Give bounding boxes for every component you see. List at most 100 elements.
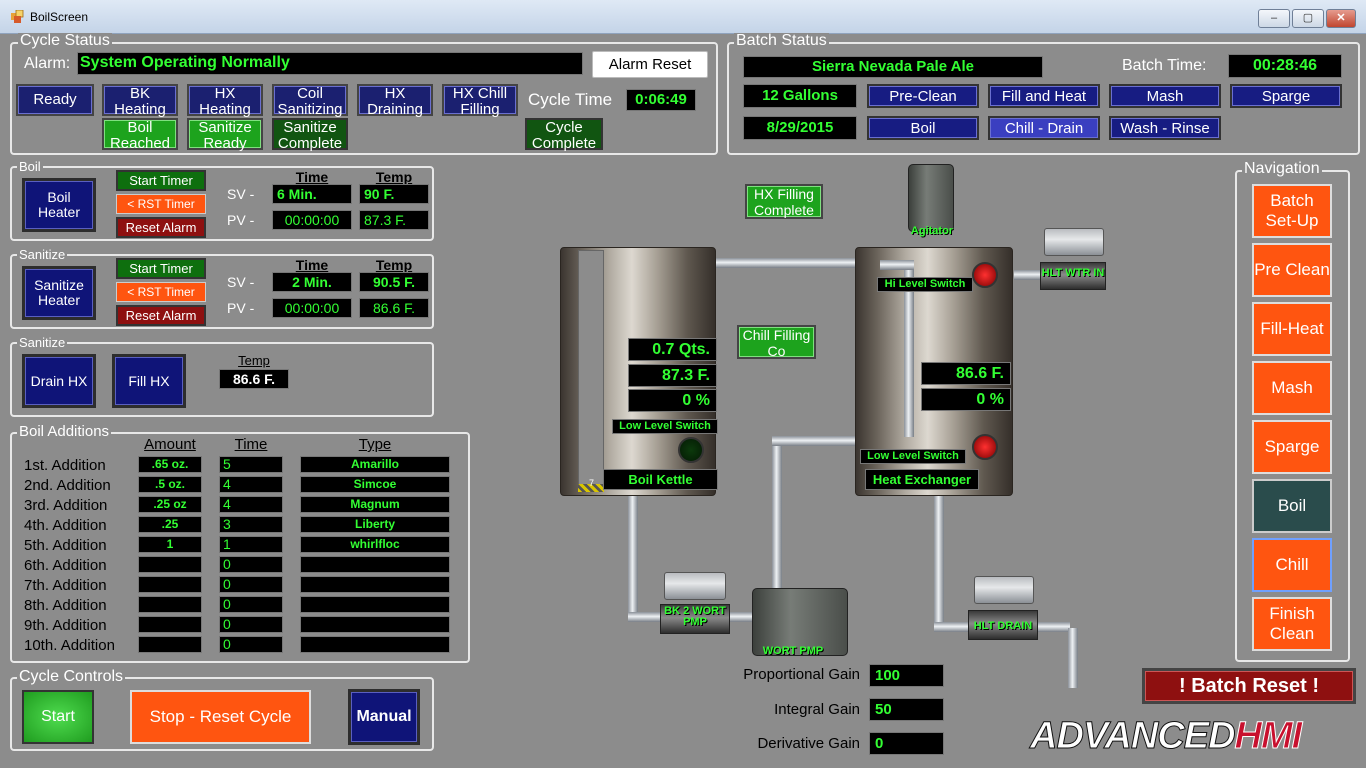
boil-start-timer-button[interactable]: Start Timer	[116, 170, 206, 191]
integral-gain-label: Integral Gain	[774, 701, 860, 718]
addition-amount[interactable]: .25	[138, 516, 202, 533]
boil-temp-header: Temp	[375, 169, 413, 185]
nav-sparge[interactable]: Sparge	[1252, 420, 1332, 474]
logo-advanced: ADVANCED	[1030, 715, 1237, 758]
addition-type[interactable]	[300, 576, 450, 593]
nav-fill-heat[interactable]: Fill-Heat	[1252, 302, 1332, 356]
sanitize-heater-button[interactable]: Sanitize Heater	[22, 266, 96, 320]
type-header: Type	[358, 436, 392, 453]
boil-reset-alarm-button[interactable]: Reset Alarm	[116, 217, 206, 238]
boil-heater-button[interactable]: Boil Heater	[22, 178, 96, 232]
maximize-button[interactable]: ▢	[1292, 9, 1324, 28]
nav-finish-clean[interactable]: Finish Clean	[1252, 597, 1332, 651]
step-boil-reached: Boil Reached	[102, 118, 178, 152]
fill-hx-button[interactable]: Fill HX	[112, 354, 186, 408]
addition-type[interactable]: Amarillo	[300, 456, 450, 473]
addition-time[interactable]: 4	[219, 496, 283, 513]
nav-mash[interactable]: Mash	[1252, 361, 1332, 415]
start-button[interactable]: Start	[22, 690, 94, 744]
addition-label: 3rd. Addition	[24, 497, 108, 514]
batch-time-value: 00:28:46	[1228, 54, 1342, 78]
step-hx-chill-filling: HX Chill Filling	[442, 84, 518, 118]
addition-time[interactable]: 0	[219, 636, 283, 653]
addition-amount[interactable]: .5 oz.	[138, 476, 202, 493]
sanitize-sv-temp[interactable]: 90.5 F.	[359, 272, 429, 292]
derivative-gain-value[interactable]: 0	[869, 732, 944, 755]
step-hx-heating: HX Heating	[187, 84, 263, 118]
proportional-gain-value[interactable]: 100	[869, 664, 944, 687]
addition-label: 8th. Addition	[24, 597, 107, 614]
addition-type[interactable]	[300, 636, 450, 653]
sanitize-sv-time[interactable]: 2 Min.	[272, 272, 352, 292]
addition-label: 10th. Addition	[24, 637, 115, 654]
nav-batch-setup[interactable]: Batch Set-Up	[1252, 184, 1332, 238]
alarm-reset-button[interactable]: Alarm Reset	[592, 51, 708, 78]
batch-step-mash: Mash	[1109, 84, 1221, 108]
addition-amount[interactable]	[138, 556, 202, 573]
boil-rst-timer-button[interactable]: < RST Timer	[116, 194, 206, 214]
bk-percent-value: 0 %	[628, 389, 717, 412]
nav-pre-clean[interactable]: Pre Clean	[1252, 243, 1332, 297]
addition-amount[interactable]	[138, 616, 202, 633]
addition-type[interactable]	[300, 556, 450, 573]
sanitize-timer-label: Sanitize	[17, 247, 68, 262]
cycle-time-value: 0:06:49	[626, 89, 696, 111]
addition-time[interactable]: 5	[219, 456, 283, 473]
agitator-label: Agitator	[910, 225, 954, 237]
addition-amount[interactable]	[138, 576, 202, 593]
addition-type[interactable]: Simcoe	[300, 476, 450, 493]
addition-amount[interactable]	[138, 636, 202, 653]
close-button[interactable]: ✕	[1326, 9, 1356, 28]
integral-gain-value[interactable]: 50	[869, 698, 944, 721]
hx-percent-value: 0 %	[921, 388, 1011, 411]
cycle-time-label: Cycle Time	[528, 90, 613, 109]
boil-sv-temp[interactable]: 90 F.	[359, 184, 429, 204]
batch-step-fill-and-heat: Fill and Heat	[988, 84, 1100, 108]
addition-label: 2nd. Addition	[24, 477, 111, 494]
hlt-wtr-in-label: HLT WTR IN	[1041, 267, 1105, 279]
minimize-button[interactable]: –	[1258, 9, 1290, 28]
sanitize-hx-temp-header: Temp	[238, 353, 270, 368]
sanitize-pv-label: PV -	[227, 300, 255, 316]
addition-time[interactable]: 0	[219, 576, 283, 593]
cycle-complete-indicator: Cycle Complete	[525, 118, 603, 152]
hx-filling-complete-indicator: HX Filling Complete	[745, 184, 823, 219]
sanitize-start-timer-button[interactable]: Start Timer	[116, 258, 206, 279]
boil-time-header: Time	[295, 169, 329, 185]
addition-time[interactable]: 4	[219, 476, 283, 493]
addition-type[interactable]: Liberty	[300, 516, 450, 533]
addition-type[interactable]: whirlfloc	[300, 536, 450, 553]
boil-sv-label: SV -	[227, 186, 255, 202]
addition-amount[interactable]	[138, 596, 202, 613]
manual-button[interactable]: Manual	[348, 689, 420, 745]
bk-gauge-mark: 7	[589, 478, 595, 488]
addition-time[interactable]: 1	[219, 536, 283, 553]
boil-pv-label: PV -	[227, 212, 255, 228]
addition-type[interactable]: Magnum	[300, 496, 450, 513]
step-coil-sanitizing: Coil Sanitizing	[272, 84, 348, 118]
nav-chill[interactable]: Chill	[1252, 538, 1332, 592]
sanitize-hx-label: Sanitize	[17, 335, 68, 350]
bk-wort-pmp-label: BK 2 WORT PMP	[664, 605, 726, 628]
addition-type[interactable]	[300, 596, 450, 613]
bk-low-level-switch-label: Low Level Switch	[612, 419, 718, 434]
addition-time[interactable]: 0	[219, 616, 283, 633]
nav-boil[interactable]: Boil	[1252, 479, 1332, 533]
boil-sv-time[interactable]: 6 Min.	[272, 184, 352, 204]
stop-reset-cycle-button[interactable]: Stop - Reset Cycle	[130, 690, 311, 744]
drain-hx-button[interactable]: Drain HX	[22, 354, 96, 408]
addition-amount[interactable]: .65 oz.	[138, 456, 202, 473]
addition-time[interactable]: 0	[219, 596, 283, 613]
addition-type[interactable]	[300, 616, 450, 633]
bk-sight-glass	[578, 250, 604, 490]
sanitize-rst-timer-button[interactable]: < RST Timer	[116, 282, 206, 302]
batch-reset-button[interactable]: ! Batch Reset !	[1142, 668, 1356, 704]
addition-amount[interactable]: .25 oz	[138, 496, 202, 513]
alarm-label: Alarm:	[24, 55, 71, 72]
addition-time[interactable]: 0	[219, 556, 283, 573]
sanitize-reset-alarm-button[interactable]: Reset Alarm	[116, 305, 206, 326]
addition-label: 9th. Addition	[24, 617, 107, 634]
addition-amount[interactable]: 1	[138, 536, 202, 553]
addition-time[interactable]: 3	[219, 516, 283, 533]
batch-step-sparge: Sparge	[1230, 84, 1342, 108]
